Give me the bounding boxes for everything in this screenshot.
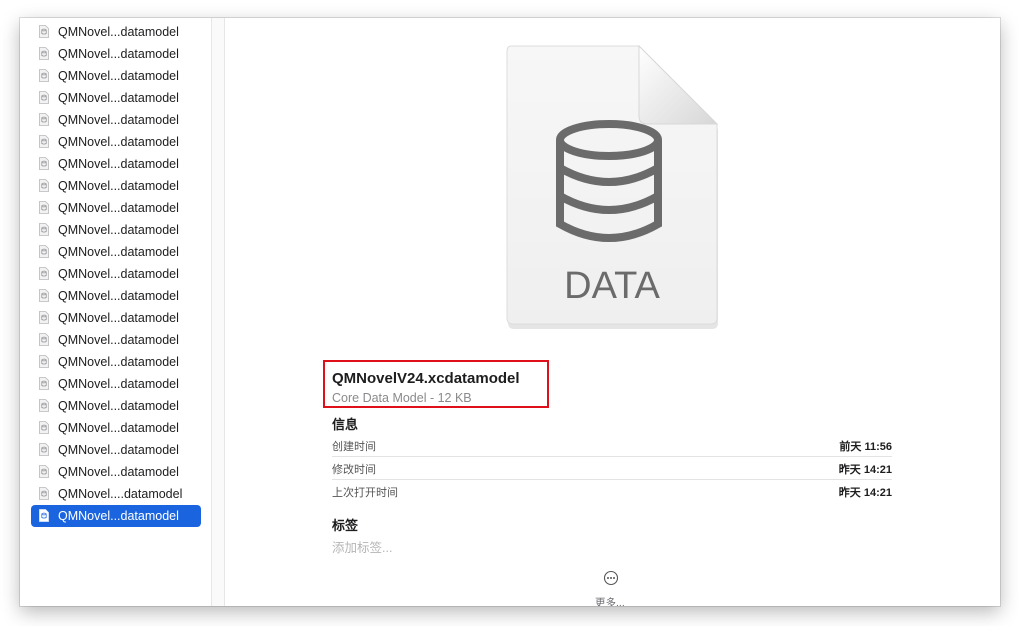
- file-kind-size: Core Data Model - 12 KB: [332, 391, 472, 405]
- file-list-item-label: QMNovel...datamodel: [58, 509, 179, 523]
- file-list-item-label: QMNovel...datamodel: [58, 113, 179, 127]
- document-icon: [39, 421, 49, 434]
- file-list-item-label: QMNovel...datamodel: [58, 69, 179, 83]
- file-list-item[interactable]: QMNovel...datamodel: [31, 219, 201, 241]
- file-list-item-label: QMNovel...datamodel: [58, 157, 179, 171]
- file-list-item[interactable]: QMNovel...datamodel: [31, 307, 201, 329]
- file-list-item[interactable]: QMNovel...datamodel: [31, 439, 201, 461]
- info-row-created: 创建时间 前天 11:56: [332, 434, 892, 457]
- document-icon: [39, 201, 49, 214]
- document-icon: [39, 311, 49, 324]
- document-icon: [39, 399, 49, 412]
- add-tags-field[interactable]: 添加标签...: [332, 537, 392, 556]
- document-icon: [39, 245, 49, 258]
- file-list-item-label: QMNovel....datamodel: [58, 487, 183, 501]
- file-list-item[interactable]: QMNovel...datamodel: [31, 285, 201, 307]
- file-list-item[interactable]: QMNovel...datamodel: [31, 263, 201, 285]
- file-list-item-label: QMNovel...datamodel: [58, 311, 179, 325]
- document-icon: [39, 377, 49, 390]
- more-ellipsis-icon[interactable]: [603, 570, 619, 586]
- file-list-item[interactable]: QMNovel...datamodel: [31, 131, 201, 153]
- icon-label: DATA: [564, 265, 660, 307]
- document-icon: [39, 223, 49, 236]
- file-list-item[interactable]: QMNovel...datamodel: [31, 241, 201, 263]
- info-row-modified: 修改时间 昨天 14:21: [332, 457, 892, 480]
- file-list-item-label: QMNovel...datamodel: [58, 443, 179, 457]
- file-list-item[interactable]: QMNovel...datamodel: [31, 87, 201, 109]
- document-icon: [39, 25, 49, 38]
- document-icon: [39, 443, 49, 456]
- file-list-item-label: QMNovel...datamodel: [58, 377, 179, 391]
- document-icon: [39, 135, 49, 148]
- file-list-item[interactable]: QMNovel...datamodel: [31, 197, 201, 219]
- tags-heading: 标签: [332, 518, 359, 533]
- file-list-item-label: QMNovel...datamodel: [58, 245, 179, 259]
- document-icon: [39, 267, 49, 280]
- preview-pane: DATA QMNovelV24.xcdatamodel Core Data Mo…: [225, 18, 1000, 606]
- file-list-item[interactable]: QMNovel...datamodel: [31, 373, 201, 395]
- core-data-document-icon: DATA: [506, 44, 719, 329]
- document-icon: [39, 509, 49, 522]
- info-value: 昨天 14:21: [838, 464, 892, 476]
- file-list-item-label: QMNovel...datamodel: [58, 421, 179, 435]
- info-key: 创建时间: [332, 441, 376, 453]
- file-list-item[interactable]: QMNovel...datamodel: [31, 109, 201, 131]
- file-list-item[interactable]: QMNovel...datamodel: [31, 329, 201, 351]
- file-list-item[interactable]: QMNovel...datamodel: [31, 43, 201, 65]
- document-icon: [39, 113, 49, 126]
- file-list-item-label: QMNovel...datamodel: [58, 201, 179, 215]
- document-icon: [39, 47, 49, 60]
- file-list-item-label: QMNovel...datamodel: [58, 25, 179, 39]
- file-list-item-label: QMNovel...datamodel: [58, 399, 179, 413]
- file-list-item-label: QMNovel...datamodel: [58, 267, 179, 281]
- document-icon: [39, 355, 49, 368]
- more-button[interactable]: 更多...: [595, 595, 625, 606]
- info-key: 修改时间: [332, 464, 376, 476]
- file-list-item[interactable]: QMNovel...datamodel: [31, 153, 201, 175]
- file-list-item[interactable]: QMNovel...datamodel: [31, 461, 201, 483]
- file-list-item[interactable]: QMNovel....datamodel: [31, 483, 201, 505]
- file-list-item[interactable]: QMNovel...datamodel: [31, 21, 201, 43]
- file-list-item-label: QMNovel...datamodel: [58, 91, 179, 105]
- file-name: QMNovelV24.xcdatamodel: [332, 370, 520, 387]
- document-icon: [39, 157, 49, 170]
- document-icon: [39, 487, 49, 500]
- file-list-item-label: QMNovel...datamodel: [58, 223, 179, 237]
- document-icon: [39, 91, 49, 104]
- document-icon: [39, 179, 49, 192]
- document-icon: [39, 465, 49, 478]
- info-row-last-opened: 上次打开时间 昨天 14:21: [332, 480, 892, 502]
- file-list-item[interactable]: QMNovel...datamodel: [31, 395, 201, 417]
- info-key: 上次打开时间: [332, 487, 398, 499]
- file-list-item[interactable]: QMNovel...datamodel: [31, 65, 201, 87]
- info-heading: 信息: [332, 417, 359, 432]
- document-icon: [39, 69, 49, 82]
- file-list-item-label: QMNovel...datamodel: [58, 47, 179, 61]
- file-list-item-label: QMNovel...datamodel: [58, 355, 179, 369]
- document-icon: [39, 289, 49, 302]
- file-list-item-label: QMNovel...datamodel: [58, 465, 179, 479]
- finder-window: QMNovel...datamodel QMNovel...datamodel QM…: [20, 18, 1000, 606]
- file-list-item-label: QMNovel...datamodel: [58, 135, 179, 149]
- file-list-item[interactable]: QMNovel...datamodel: [31, 505, 201, 527]
- file-list-item-label: QMNovel...datamodel: [58, 289, 179, 303]
- file-list-item-label: QMNovel...datamodel: [58, 333, 179, 347]
- info-value: 前天 11:56: [839, 441, 892, 453]
- file-list-item[interactable]: QMNovel...datamodel: [31, 351, 201, 373]
- file-column[interactable]: QMNovel...datamodel QMNovel...datamodel QM…: [20, 18, 211, 606]
- file-list-item[interactable]: QMNovel...datamodel: [31, 175, 201, 197]
- file-list-item-label: QMNovel...datamodel: [58, 179, 179, 193]
- file-list: QMNovel...datamodel QMNovel...datamodel QM…: [20, 21, 211, 527]
- info-value: 昨天 14:21: [838, 487, 892, 499]
- column-resize-handle[interactable]: [211, 18, 225, 606]
- document-icon: [39, 333, 49, 346]
- file-list-item[interactable]: QMNovel...datamodel: [31, 417, 201, 439]
